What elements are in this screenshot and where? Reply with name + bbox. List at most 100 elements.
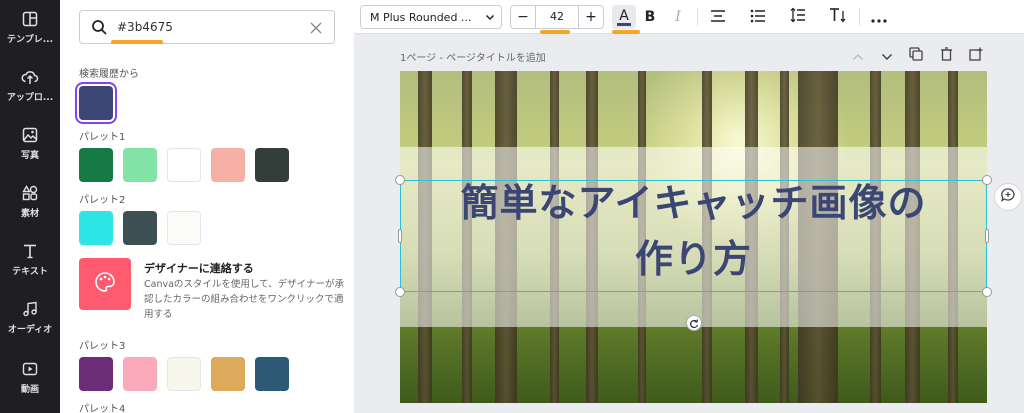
palette1-swatch[interactable]: [167, 148, 201, 182]
text-toolbar: M Plus Rounded ... − 42 + A B I: [354, 0, 1024, 34]
font-size-control: − 42 +: [510, 5, 604, 29]
comment-icon: [1000, 187, 1016, 207]
color-panel: 検索履歴から パレット1 パレット2 デザイナーに連絡する Canvaのスタイル…: [60, 0, 354, 413]
clear-icon[interactable]: [309, 20, 323, 39]
duplicate-page-button[interactable]: [908, 46, 924, 65]
delete-page-button[interactable]: [938, 46, 954, 65]
bullet-list-icon: [750, 8, 766, 27]
palette1-swatch[interactable]: [123, 148, 157, 182]
nav-video[interactable]: 動画: [0, 350, 60, 405]
align-center-icon: [710, 8, 726, 27]
audio-icon: [21, 300, 39, 318]
palette1-swatch[interactable]: [79, 148, 113, 182]
rotate-handle[interactable]: [686, 315, 702, 331]
photo-icon: [21, 126, 39, 144]
palette4-title: パレット4: [79, 404, 126, 413]
more-icon: [871, 8, 887, 27]
add-comment-button[interactable]: [994, 183, 1022, 211]
font-size-value[interactable]: 42: [535, 6, 579, 28]
palette3-swatch[interactable]: [255, 357, 289, 391]
text-color-button[interactable]: A: [612, 5, 636, 29]
video-icon: [21, 360, 39, 378]
nav-templates[interactable]: テンプレ...: [0, 0, 60, 55]
headline-line-1: 簡単なアイキャッチ画像の: [460, 181, 927, 225]
contact-designer-title[interactable]: デザイナーに連絡する: [144, 260, 254, 276]
contact-designer-button[interactable]: [79, 258, 131, 310]
page-down-button[interactable]: [879, 47, 895, 63]
rotate-icon: [689, 314, 699, 333]
palette2-swatch[interactable]: [167, 211, 201, 245]
chevron-down-icon: [485, 12, 495, 25]
headline-line-2: 作り方: [634, 237, 752, 281]
nav-photos-label: 写真: [20, 151, 39, 161]
more-options-button[interactable]: [867, 5, 891, 29]
headline-text[interactable]: 簡単なアイキャッチ画像の 作り方: [400, 175, 987, 287]
toolbar-divider: [697, 8, 698, 26]
add-page-button[interactable]: [968, 47, 984, 63]
palette1-swatch[interactable]: [255, 148, 289, 182]
nav-photos[interactable]: 写真: [0, 116, 60, 171]
toolbar-divider: [859, 8, 860, 26]
nav-audio[interactable]: オーディオ: [0, 290, 60, 345]
palette2-swatch[interactable]: [79, 211, 113, 245]
increase-size-button[interactable]: +: [579, 6, 603, 28]
nav-text-label: テキスト: [12, 267, 48, 277]
palette3-swatch[interactable]: [167, 357, 201, 391]
annotation-underline: [540, 30, 570, 34]
resize-handle-top-left[interactable]: [395, 175, 405, 185]
italic-icon: I: [675, 9, 681, 25]
decrease-size-button[interactable]: −: [511, 6, 535, 28]
nav-templates-label: テンプレ...: [7, 35, 53, 45]
page-title-label[interactable]: 1ページ - ページタイトルを追加: [400, 49, 546, 64]
chevron-up-icon: [852, 46, 864, 65]
history-swatch[interactable]: [75, 82, 117, 124]
bold-button[interactable]: B: [638, 5, 662, 29]
font-family-dropdown[interactable]: M Plus Rounded ...: [360, 5, 502, 29]
upload-icon: [21, 68, 39, 86]
color-search-input[interactable]: [117, 17, 297, 37]
nav-audio-label: オーディオ: [7, 325, 53, 335]
text-color-icon: A: [619, 8, 629, 24]
palette1-swatch[interactable]: [211, 148, 245, 182]
palette3-swatch[interactable]: [211, 357, 245, 391]
text-size-icon: [829, 7, 847, 27]
nav-video-label: 動画: [20, 385, 39, 395]
nav-uploads-label: アップロ...: [6, 93, 54, 103]
trash-icon: [940, 46, 953, 65]
text-effects-button[interactable]: [826, 5, 850, 29]
align-center-button[interactable]: [706, 5, 730, 29]
resize-handle-bottom-left[interactable]: [395, 287, 405, 297]
palette1-title: パレット1: [79, 132, 126, 143]
color-search-box[interactable]: [79, 10, 335, 44]
duplicate-icon: [909, 46, 923, 65]
palette2-swatch[interactable]: [123, 211, 157, 245]
palette2-title: パレット2: [79, 195, 126, 206]
resize-handle-left[interactable]: [398, 229, 402, 243]
italic-button[interactable]: I: [666, 5, 690, 29]
annotation-underline: [612, 30, 640, 34]
history-title: 検索履歴から: [79, 69, 139, 80]
resize-handle-right[interactable]: [985, 229, 989, 243]
spacing-button[interactable]: [786, 5, 810, 29]
resize-handle-top-right[interactable]: [982, 175, 992, 185]
nav-elements[interactable]: 素材: [0, 174, 60, 229]
font-family-value: M Plus Rounded ...: [370, 11, 472, 24]
page-up-button[interactable]: [850, 47, 866, 63]
chevron-down-icon: [881, 46, 893, 65]
palette3-title: パレット3: [79, 341, 126, 352]
template-icon: [21, 10, 39, 28]
nav-uploads[interactable]: アップロ...: [0, 58, 60, 113]
palette3-swatch[interactable]: [79, 357, 113, 391]
line-spacing-icon: [790, 7, 806, 27]
design-canvas[interactable]: 簡単なアイキャッチ画像の 作り方: [400, 71, 987, 403]
bold-icon: B: [644, 9, 656, 25]
side-navigation: テンプレ... アップロ... 写真 素材 テキスト オーディオ 動画: [0, 0, 60, 413]
palette-icon: [94, 271, 116, 297]
nav-text[interactable]: テキスト: [0, 232, 60, 287]
palette3-swatch[interactable]: [123, 357, 157, 391]
search-icon: [91, 19, 108, 40]
resize-handle-bottom-right[interactable]: [982, 287, 992, 297]
annotation-underline: [111, 40, 163, 44]
list-button[interactable]: [746, 5, 770, 29]
elements-icon: [21, 184, 39, 202]
